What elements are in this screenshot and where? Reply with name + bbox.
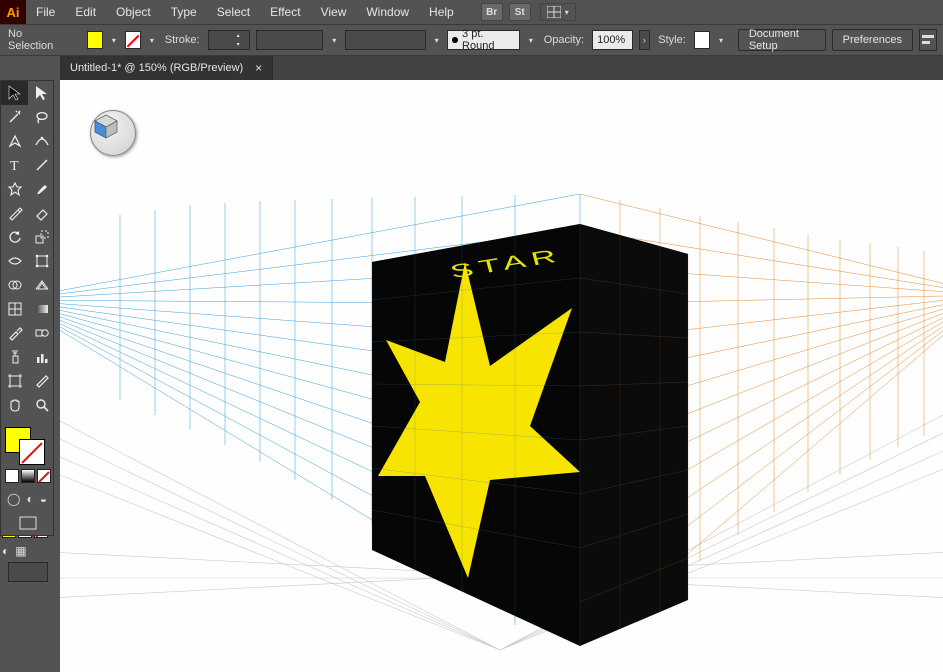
stroke-label: Stroke: xyxy=(163,34,202,46)
scale-tool[interactable] xyxy=(28,225,55,249)
menu-edit[interactable]: Edit xyxy=(65,0,106,24)
graphic-style-swatch[interactable] xyxy=(694,31,710,49)
canvas[interactable]: STAR xyxy=(60,80,943,672)
eraser-tool[interactable] xyxy=(28,201,55,225)
rotate-tool[interactable] xyxy=(1,225,28,249)
arrange-docs-button[interactable]: ▾ xyxy=(540,3,576,21)
draw-mode-row: ◯ ◐ ◒ xyxy=(1,487,55,511)
opacity-label: Opacity: xyxy=(542,34,586,46)
direct-selection-tool[interactable] xyxy=(28,81,55,105)
tab-strip: Untitled-1* @ 150% (RGB/Preview) × xyxy=(60,56,943,80)
selection-tool[interactable] xyxy=(1,81,28,105)
color-panel-icon[interactable]: ◐ xyxy=(2,544,9,558)
draw-normal-icon[interactable]: ◯ xyxy=(7,492,20,506)
svg-text:T: T xyxy=(10,159,19,173)
selection-status: No Selection xyxy=(6,28,60,52)
width-tool[interactable] xyxy=(1,249,28,273)
fill-dropdown[interactable]: ▾ xyxy=(109,31,119,49)
draw-behind-icon[interactable]: ◐ xyxy=(26,492,33,506)
preferences-button[interactable]: Preferences xyxy=(832,29,913,51)
toolbox: T ◯ ◐ ◒ xyxy=(0,80,54,536)
left-extra-buttons: ◐ ▦ xyxy=(2,544,27,558)
brush-definition-dropdown[interactable] xyxy=(256,30,324,50)
menu-bar: Ai File Edit Object Type Select Effect V… xyxy=(0,0,943,24)
draw-inside-icon[interactable]: ◒ xyxy=(40,492,47,506)
stroke-swatch[interactable] xyxy=(125,31,141,49)
document-tab-title: Untitled-1* @ 150% (RGB/Preview) xyxy=(70,62,243,74)
curvature-tool[interactable] xyxy=(28,129,55,153)
stroke-dropdown[interactable]: ▾ xyxy=(147,31,157,49)
zoom-tool[interactable] xyxy=(28,393,55,417)
artwork-svg: STAR xyxy=(60,80,943,672)
gradient-tool[interactable] xyxy=(28,297,55,321)
swatches-icon[interactable]: ▦ xyxy=(15,544,26,558)
align-panel-toggle[interactable] xyxy=(919,29,937,51)
paintbrush-tool[interactable] xyxy=(28,177,55,201)
opacity-more[interactable]: › xyxy=(639,30,651,50)
perspective-grid-tool[interactable] xyxy=(28,273,55,297)
shape-tool[interactable] xyxy=(1,177,28,201)
type-tool[interactable]: T xyxy=(1,153,28,177)
menu-effect[interactable]: Effect xyxy=(260,0,310,24)
artboard-nav[interactable] xyxy=(8,562,48,582)
color-mode-icon[interactable] xyxy=(5,469,19,483)
control-bar: No Selection ▾ ▾ Stroke: ▴▾ ▾ ▾ 3 pt. Ro… xyxy=(0,24,943,56)
stroke-color-icon[interactable] xyxy=(19,439,45,465)
vw-profile-caret[interactable]: ▾ xyxy=(432,31,442,49)
stroke-profile-caret[interactable]: ▾ xyxy=(526,31,536,49)
shape-builder-tool[interactable] xyxy=(1,273,28,297)
symbol-sprayer-tool[interactable] xyxy=(1,345,28,369)
blend-tool[interactable] xyxy=(28,321,55,345)
brush-def-caret[interactable]: ▾ xyxy=(329,31,339,49)
fill-stroke-control[interactable] xyxy=(1,423,55,467)
graphic-style-caret[interactable]: ▾ xyxy=(716,31,726,49)
perspective-plane-widget[interactable] xyxy=(90,110,136,156)
stroke-weight-input[interactable]: ▴▾ xyxy=(208,30,250,50)
free-transform-tool[interactable] xyxy=(28,249,55,273)
opacity-input[interactable]: 100% xyxy=(592,30,633,50)
menu-file[interactable]: File xyxy=(26,0,65,24)
stroke-profile-dropdown[interactable]: 3 pt. Round xyxy=(447,30,520,50)
cube-artwork: STAR xyxy=(372,224,688,646)
lasso-tool[interactable] xyxy=(28,105,55,129)
menu-view[interactable]: View xyxy=(311,0,357,24)
menu-help[interactable]: Help xyxy=(419,0,464,24)
mesh-tool[interactable] xyxy=(1,297,28,321)
document-tab[interactable]: Untitled-1* @ 150% (RGB/Preview) × xyxy=(60,56,273,80)
menu-object[interactable]: Object xyxy=(106,0,161,24)
gradient-mode-icon[interactable] xyxy=(21,469,35,483)
style-label: Style: xyxy=(656,34,688,46)
pen-tool[interactable] xyxy=(1,129,28,153)
line-tool[interactable] xyxy=(28,153,55,177)
hand-tool[interactable] xyxy=(1,393,28,417)
variable-width-profile-field[interactable] xyxy=(345,30,426,50)
pencil-tool[interactable] xyxy=(1,201,28,225)
bridge-button[interactable]: Br xyxy=(481,3,503,21)
fill-swatch[interactable] xyxy=(87,31,103,49)
stock-button[interactable]: St xyxy=(509,3,531,21)
menu-window[interactable]: Window xyxy=(356,0,419,24)
menu-select[interactable]: Select xyxy=(207,0,260,24)
magic-wand-tool[interactable] xyxy=(1,105,28,129)
column-graph-tool[interactable] xyxy=(28,345,55,369)
menu-type[interactable]: Type xyxy=(161,0,207,24)
app-icon: Ai xyxy=(0,0,26,24)
slice-tool[interactable] xyxy=(28,369,55,393)
screen-mode-button[interactable] xyxy=(1,511,55,535)
eyedropper-tool[interactable] xyxy=(1,321,28,345)
none-mode-icon[interactable] xyxy=(37,469,51,483)
artboard-tool[interactable] xyxy=(1,369,28,393)
document-setup-button[interactable]: Document Setup xyxy=(738,29,826,51)
close-tab-icon[interactable]: × xyxy=(255,61,262,75)
